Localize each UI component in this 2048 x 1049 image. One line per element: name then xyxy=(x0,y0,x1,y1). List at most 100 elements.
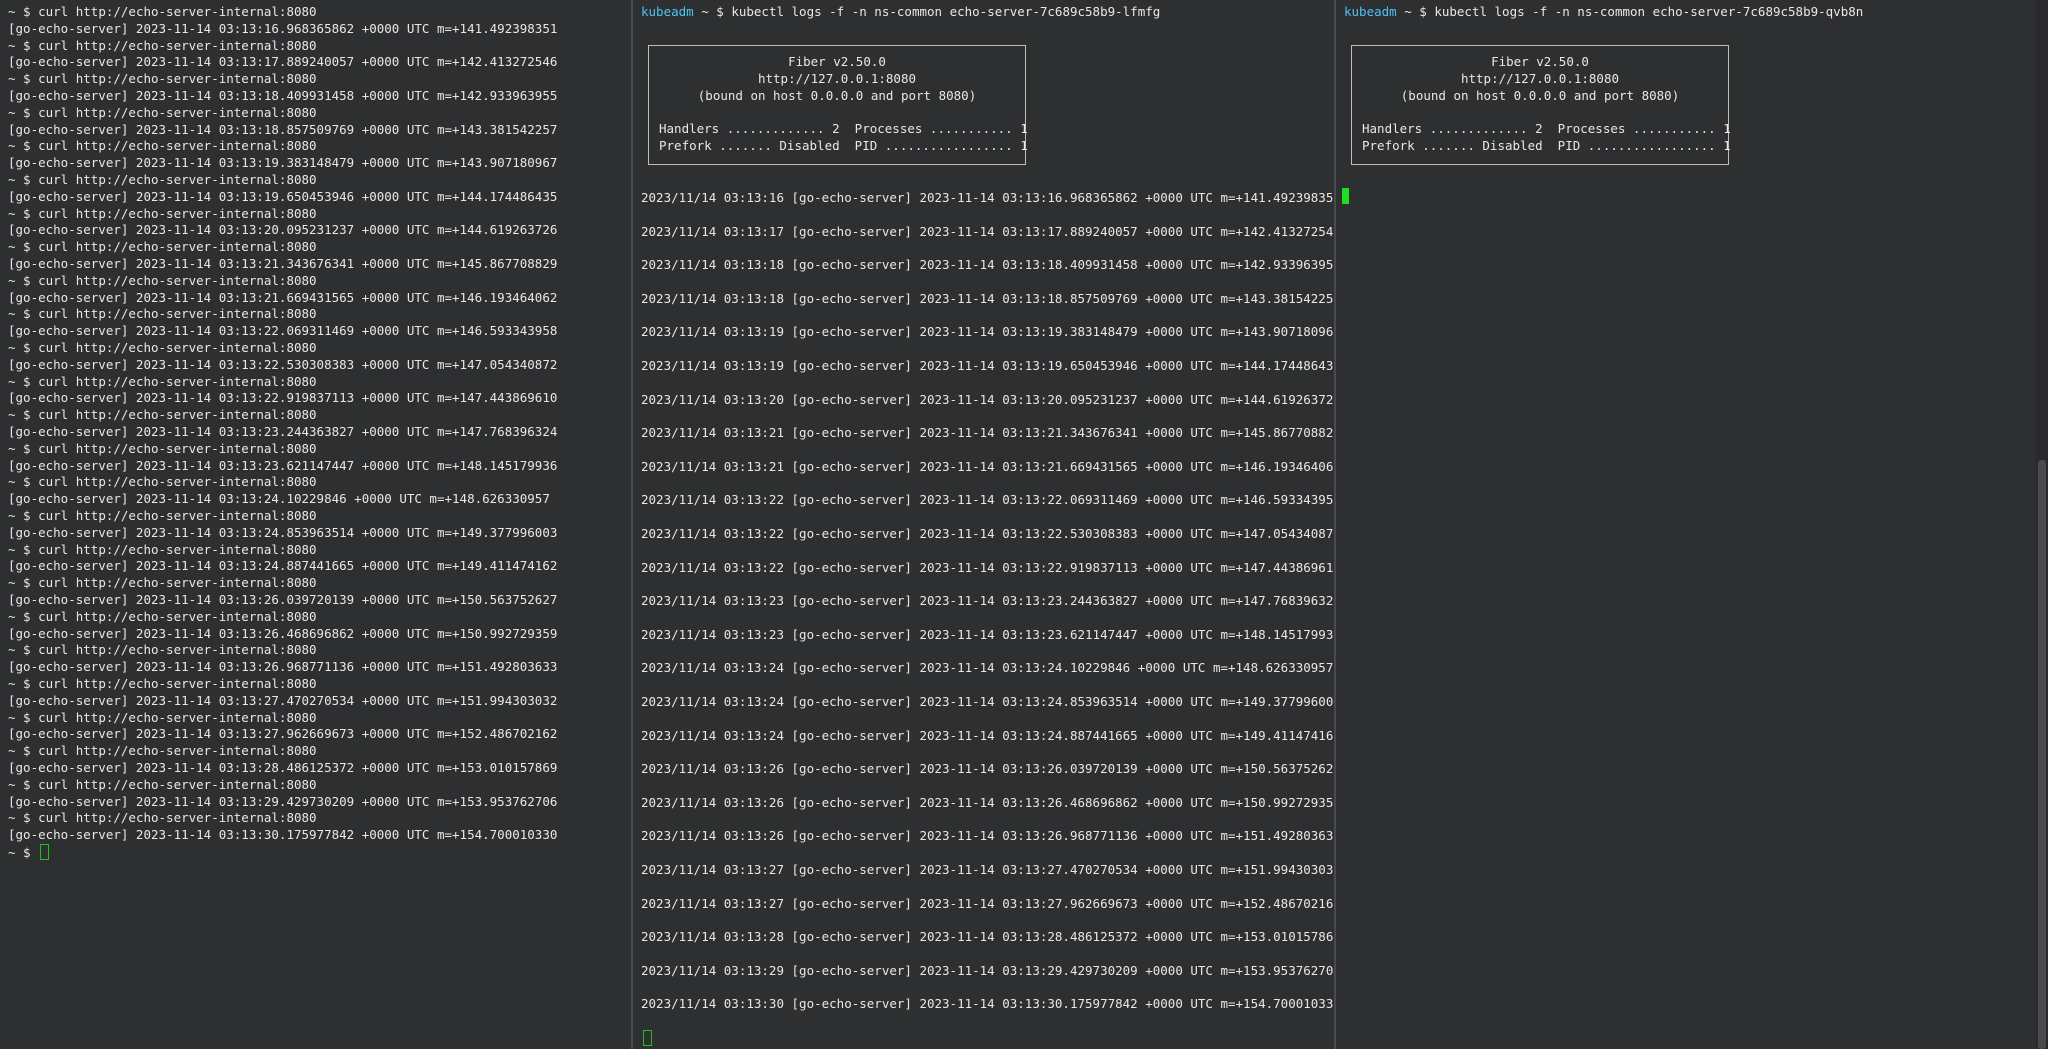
log-line: 2023/11/14 03:13:27 [go-echo-server] 202… xyxy=(641,862,1333,877)
curl-command-line: ~ $ curl http://echo-server-internal:808… xyxy=(8,810,317,826)
curl-response-line: [go-echo-server] 2023-11-14 03:13:24.853… xyxy=(8,524,558,540)
log-line: 2023/11/14 03:13:16 [go-echo-server] 202… xyxy=(641,190,1333,205)
log-line: 2023/11/14 03:13:29 [go-echo-server] 202… xyxy=(641,962,1333,978)
prompt: ~ $ xyxy=(8,306,31,322)
scrollbar-thumb[interactable] xyxy=(2038,460,2046,1049)
terminal-pane-right[interactable]: kubeadm ~ $ kubectl logs -f -n ns-common… xyxy=(1336,0,2036,1049)
log-line: 2023/11/14 03:13:26 [go-echo-server] 202… xyxy=(641,761,1333,777)
curl-command-line: ~ $ curl http://echo-server-internal:808… xyxy=(8,4,317,20)
curl-command: curl http://echo-server-internal:8080 xyxy=(38,608,317,624)
log-line: 2023/11/14 03:13:26 [go-echo-server] 202… xyxy=(641,828,1333,844)
curl-command: curl http://echo-server-internal:8080 xyxy=(38,306,317,322)
terminal-cursor xyxy=(1342,188,1349,204)
curl-response-line: [go-echo-server] 2023-11-14 03:13:20.095… xyxy=(8,222,558,238)
prompt: ~ $ xyxy=(8,575,31,591)
banner-bound: (bound on host 0.0.0.0 and port 8080) xyxy=(697,88,977,103)
curl-command: curl http://echo-server-internal:8080 xyxy=(38,541,317,557)
prompt: ~ $ xyxy=(8,608,31,624)
prompt: ~ $ xyxy=(8,709,31,725)
curl-response-line: [go-echo-server] 2023-11-14 03:13:16.968… xyxy=(8,20,558,36)
curl-response-line: [go-echo-server] 2023-11-14 03:13:21.669… xyxy=(8,289,558,305)
curl-response-line: [go-echo-server] 2023-11-14 03:13:18.857… xyxy=(8,121,558,137)
curl-command-line: ~ $ curl http://echo-server-internal:808… xyxy=(8,206,317,222)
curl-command-line: ~ $ curl http://echo-server-internal:808… xyxy=(8,407,317,423)
curl-command: curl http://echo-server-internal:8080 xyxy=(38,172,317,187)
curl-command: curl http://echo-server-internal:8080 xyxy=(38,4,317,19)
curl-command: curl http://echo-server-internal:8080 xyxy=(38,205,317,221)
curl-command-line: ~ $ curl http://echo-server-internal:808… xyxy=(8,374,317,390)
curl-response-line: [go-echo-server] 2023-11-14 03:13:24.102… xyxy=(8,491,550,507)
curl-command-line: ~ $ curl http://echo-server-internal:808… xyxy=(8,777,317,793)
curl-response-line: [go-echo-server] 2023-11-14 03:13:26.468… xyxy=(8,625,558,641)
curl-command: curl http://echo-server-internal:8080 xyxy=(38,810,317,826)
curl-command-line: ~ $ curl http://echo-server-internal:808… xyxy=(8,642,317,658)
curl-command-line: ~ $ curl http://echo-server-internal:808… xyxy=(8,575,317,591)
curl-command-line: ~ $ curl http://echo-server-internal:808… xyxy=(8,340,317,356)
curl-command: curl http://echo-server-internal:8080 xyxy=(38,474,317,490)
prompt: ~ $ xyxy=(8,541,31,557)
curl-command-line: ~ $ curl http://echo-server-internal:808… xyxy=(8,172,317,188)
curl-response-line: [go-echo-server] 2023-11-14 03:13:27.470… xyxy=(8,692,558,708)
curl-command: curl http://echo-server-internal:8080 xyxy=(38,37,317,53)
curl-command-line: ~ $ curl http://echo-server-internal:808… xyxy=(8,676,317,692)
curl-response-line: [go-echo-server] 2023-11-14 03:13:26.968… xyxy=(8,659,558,675)
curl-command-line: ~ $ curl http://echo-server-internal:808… xyxy=(8,710,317,726)
curl-command: curl http://echo-server-internal:8080 xyxy=(38,71,317,87)
scrollbar[interactable] xyxy=(2036,0,2048,1049)
curl-command-line: ~ $ curl http://echo-server-internal:808… xyxy=(8,306,317,322)
prompt: ~ $ xyxy=(8,272,31,288)
prompt: ~ $ xyxy=(8,138,31,154)
prompt: ~ $ xyxy=(8,440,31,456)
curl-command: curl http://echo-server-internal:8080 xyxy=(38,239,317,255)
prompt: ~ $ xyxy=(8,104,31,120)
curl-response-line: [go-echo-server] 2023-11-14 03:13:26.039… xyxy=(8,592,558,607)
curl-command-line: ~ $ curl http://echo-server-internal:808… xyxy=(8,105,317,121)
command-line: kubeadm ~ $ kubectl logs -f -n ns-common… xyxy=(1344,4,1863,20)
log-line: 2023/11/14 03:13:22 [go-echo-server] 202… xyxy=(641,559,1333,575)
prompt-path: ~ $ xyxy=(1396,4,1427,19)
terminal-pane-middle[interactable]: kubeadm ~ $ kubectl logs -f -n ns-common… xyxy=(633,0,1333,1049)
curl-command-line: ~ $ curl http://echo-server-internal:808… xyxy=(8,239,317,255)
banner-url: http://127.0.0.1:8080 xyxy=(1460,71,1620,86)
curl-command-line: ~ $ curl http://echo-server-internal:808… xyxy=(8,138,317,154)
command-line: kubeadm ~ $ kubectl logs -f -n ns-common… xyxy=(641,4,1160,20)
curl-command: curl http://echo-server-internal:8080 xyxy=(38,575,317,591)
log-line: 2023/11/14 03:13:28 [go-echo-server] 202… xyxy=(641,929,1333,945)
curl-command: curl http://echo-server-internal:8080 xyxy=(38,340,317,355)
fiber-banner: Fiber v2.50.0 http://127.0.0.1:8080 (bou… xyxy=(1351,45,1731,165)
banner-row-prefork: Prefork ....... Disabled PID ...........… xyxy=(659,138,1028,153)
banner-row-prefork: Prefork ....... Disabled PID ...........… xyxy=(1362,138,1731,153)
curl-response-line: [go-echo-server] 2023-11-14 03:13:19.650… xyxy=(8,188,558,204)
terminal-pane-left[interactable]: ~ $ curl http://echo-server-internal:808… xyxy=(0,0,630,1049)
log-line: 2023/11/14 03:13:22 [go-echo-server] 202… xyxy=(641,492,1333,508)
terminal-cursor xyxy=(643,1030,652,1046)
curl-command-line: ~ $ curl http://echo-server-internal:808… xyxy=(8,609,317,625)
banner-row-handlers: Handlers ............. 2 Processes .....… xyxy=(659,121,1028,136)
prompt: ~ $ xyxy=(8,37,31,53)
curl-response-line: [go-echo-server] 2023-11-14 03:13:22.069… xyxy=(8,323,558,339)
log-line: 2023/11/14 03:13:19 [go-echo-server] 202… xyxy=(641,324,1333,340)
curl-response-line: [go-echo-server] 2023-11-14 03:13:23.621… xyxy=(8,457,558,473)
curl-response-line: [go-echo-server] 2023-11-14 03:13:30.175… xyxy=(8,827,558,843)
terminal-cursor xyxy=(40,844,50,860)
log-line: 2023/11/14 03:13:17 [go-echo-server] 202… xyxy=(641,223,1333,239)
curl-response-line: [go-echo-server] 2023-11-14 03:13:19.383… xyxy=(8,155,558,171)
log-line: 2023/11/14 03:13:21 [go-echo-server] 202… xyxy=(641,458,1333,474)
curl-response-line: [go-echo-server] 2023-11-14 03:13:21.343… xyxy=(8,256,558,271)
prompt: ~ $ xyxy=(8,340,31,355)
command-text: kubectl logs -f -n ns-common echo-server… xyxy=(1426,4,1864,19)
banner-bound: (bound on host 0.0.0.0 and port 8080) xyxy=(1400,88,1680,103)
prompt: ~ $ xyxy=(8,71,31,87)
prompt: ~ $ xyxy=(8,776,31,792)
curl-command: curl http://echo-server-internal:8080 xyxy=(38,709,317,725)
curl-response-line: [go-echo-server] 2023-11-14 03:13:28.486… xyxy=(8,760,558,775)
command-text: kubectl logs -f -n ns-common echo-server… xyxy=(723,4,1161,19)
curl-command-line: ~ $ curl http://echo-server-internal:808… xyxy=(8,273,317,289)
curl-response-line: [go-echo-server] 2023-11-14 03:13:24.887… xyxy=(8,558,558,574)
log-line: 2023/11/14 03:13:30 [go-echo-server] 202… xyxy=(641,996,1333,1012)
log-line: 2023/11/14 03:13:18 [go-echo-server] 202… xyxy=(641,257,1333,273)
curl-command: curl http://echo-server-internal:8080 xyxy=(38,104,317,120)
banner-title: Fiber v2.50.0 xyxy=(1491,54,1589,69)
curl-response-line: [go-echo-server] 2023-11-14 03:13:18.409… xyxy=(8,88,558,103)
prompt-path: ~ $ xyxy=(693,4,724,19)
